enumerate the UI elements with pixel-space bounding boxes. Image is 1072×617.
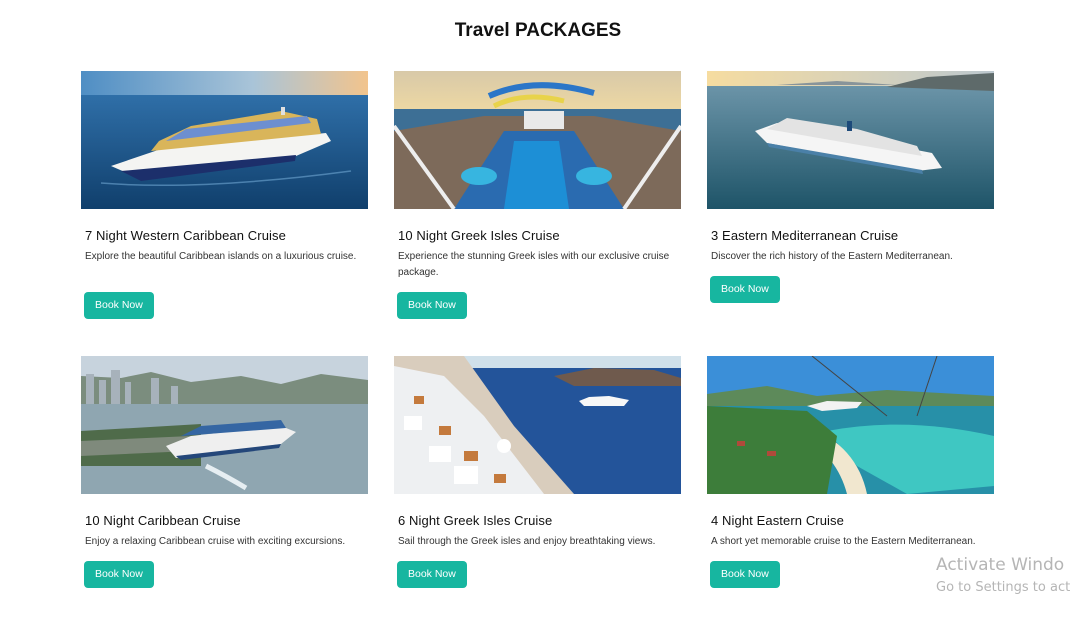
package-title: 10 Night Greek Isles Cruise (398, 228, 560, 243)
book-now-button[interactable]: Book Now (84, 292, 154, 319)
package-image (81, 71, 368, 209)
package-title: 7 Night Western Caribbean Cruise (85, 228, 286, 243)
package-description: Enjoy a relaxing Caribbean cruise with e… (85, 536, 346, 547)
package-description: Discover the rich history of the Eastern… (711, 251, 953, 262)
package-title: 10 Night Caribbean Cruise (85, 513, 241, 528)
book-now-button[interactable]: Book Now (397, 292, 467, 319)
book-now-button[interactable]: Book Now (397, 561, 467, 588)
package-card: 6 Night Greek Isles Cruise Sail through … (394, 356, 681, 590)
package-card: 10 Night Greek Isles Cruise Experience t… (394, 71, 681, 321)
package-image (707, 71, 994, 209)
package-image (81, 356, 368, 494)
package-description: A short yet memorable cruise to the East… (711, 536, 976, 547)
package-title: 6 Night Greek Isles Cruise (398, 513, 553, 528)
book-now-button[interactable]: Book Now (710, 276, 780, 303)
activate-windows-title: Activate Windo (936, 555, 1065, 575)
package-image (394, 356, 681, 494)
package-card: 7 Night Western Caribbean Cruise Explore… (81, 71, 368, 321)
activate-windows-subtitle: Go to Settings to act (936, 580, 1071, 595)
package-description: Explore the beautiful Caribbean islands … (85, 251, 357, 262)
package-title: 3 Eastern Mediterranean Cruise (711, 228, 899, 243)
book-now-button[interactable]: Book Now (710, 561, 780, 588)
package-image (707, 356, 994, 494)
package-description: Sail through the Greek isles and enjoy b… (398, 536, 656, 547)
package-image (394, 71, 681, 209)
package-card: 10 Night Caribbean Cruise Enjoy a relaxi… (81, 356, 368, 590)
package-title: 4 Night Eastern Cruise (711, 513, 844, 528)
page-title: Travel PACKAGES (454, 20, 622, 41)
package-card: 3 Eastern Mediterranean Cruise Discover … (707, 71, 994, 305)
book-now-button[interactable]: Book Now (84, 561, 154, 588)
package-description: Experience the stunning Greek isles with… (398, 251, 670, 278)
